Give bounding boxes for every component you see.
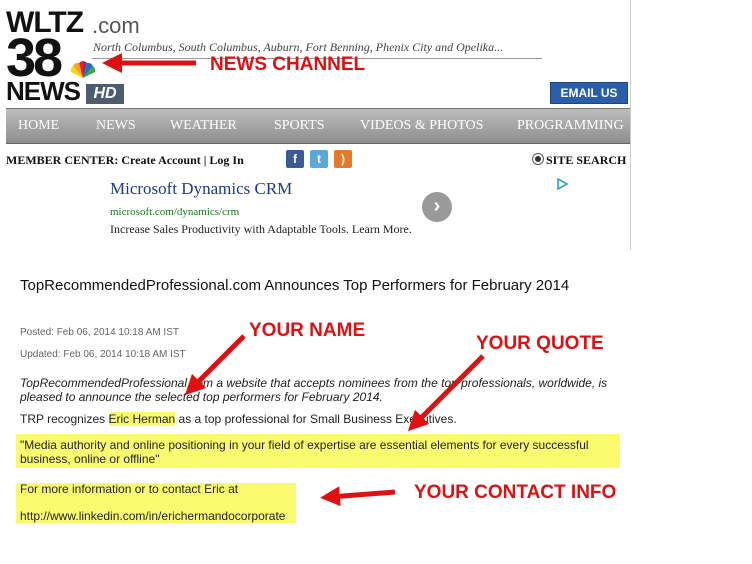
arrow-your-contact bbox=[320, 486, 396, 507]
updated-timestamp: Updated: Feb 06, 2014 10:18 AM IST bbox=[20, 349, 186, 360]
contact-intro: For more information or to contact Eric … bbox=[20, 482, 239, 496]
nav-item-home[interactable]: HOME bbox=[18, 109, 59, 143]
logo-dotcom: .com bbox=[92, 13, 140, 38]
recognition-prefix: TRP recognizes bbox=[20, 412, 106, 426]
nav-item-videos-photos[interactable]: VIDEOS & PHOTOS bbox=[360, 109, 483, 143]
callout-your-quote: YOUR QUOTE bbox=[476, 333, 604, 354]
professional-name: Eric Herman bbox=[108, 412, 176, 426]
rss-icon[interactable]: ) bbox=[334, 150, 352, 168]
posted-timestamp: Posted: Feb 06, 2014 10:18 AM IST bbox=[20, 327, 179, 338]
member-center-links[interactable]: MEMBER CENTER: Create Account | Log In bbox=[6, 153, 244, 167]
logo-news-text: NEWS bbox=[6, 76, 81, 106]
nav-item-sports[interactable]: SPORTS bbox=[274, 109, 325, 143]
main-navigation: HOME NEWS WEATHER SPORTS VIDEOS & PHOTOS… bbox=[6, 108, 630, 144]
nav-item-news[interactable]: NEWS bbox=[96, 109, 136, 143]
recognition-suffix: as a top professional for Small Business… bbox=[178, 412, 457, 426]
contact-url-link[interactable]: http://www.linkedin.com/in/erichermandoc… bbox=[20, 509, 285, 523]
adchoices-icon[interactable] bbox=[556, 178, 568, 190]
callout-news-channel: NEWS CHANNEL bbox=[210, 54, 366, 75]
ad-url[interactable]: microsoft.com/dynamics/crm bbox=[110, 206, 239, 219]
ad-description: Increase Sales Productivity with Adaptab… bbox=[110, 222, 412, 236]
recognition-sentence: TRP recognizes Eric Herman as a top prof… bbox=[20, 411, 457, 427]
article-headline: TopRecommendedProfessional.com Announces… bbox=[20, 277, 570, 294]
page-frame-border bbox=[630, 0, 631, 250]
nav-item-weather[interactable]: WEATHER bbox=[170, 109, 237, 143]
callout-your-name: YOUR NAME bbox=[249, 320, 366, 341]
facebook-icon[interactable]: f bbox=[286, 150, 304, 168]
logo-channel-number[interactable]: 38 bbox=[6, 31, 63, 85]
ad-title-link[interactable]: Microsoft Dynamics CRM bbox=[110, 178, 292, 200]
site-search-radio[interactable] bbox=[532, 153, 544, 165]
site-search-label[interactable]: SITE SEARCH bbox=[546, 153, 626, 167]
logo-hd-badge: HD bbox=[86, 84, 124, 104]
twitter-icon[interactable]: t bbox=[310, 150, 328, 168]
nav-item-programming[interactable]: PROGRAMMING bbox=[517, 109, 624, 143]
email-us-button[interactable]: EMAIL US bbox=[550, 82, 628, 104]
callout-your-contact: YOUR CONTACT INFO bbox=[414, 482, 617, 503]
professional-quote: "Media authority and online positioning … bbox=[20, 438, 589, 466]
article-intro: TopRecommendedProfessional.com a website… bbox=[20, 376, 608, 404]
coverage-area-text: North Columbus, South Columbus, Auburn, … bbox=[93, 40, 504, 54]
ad-next-arrow-icon[interactable]: › bbox=[422, 192, 452, 222]
